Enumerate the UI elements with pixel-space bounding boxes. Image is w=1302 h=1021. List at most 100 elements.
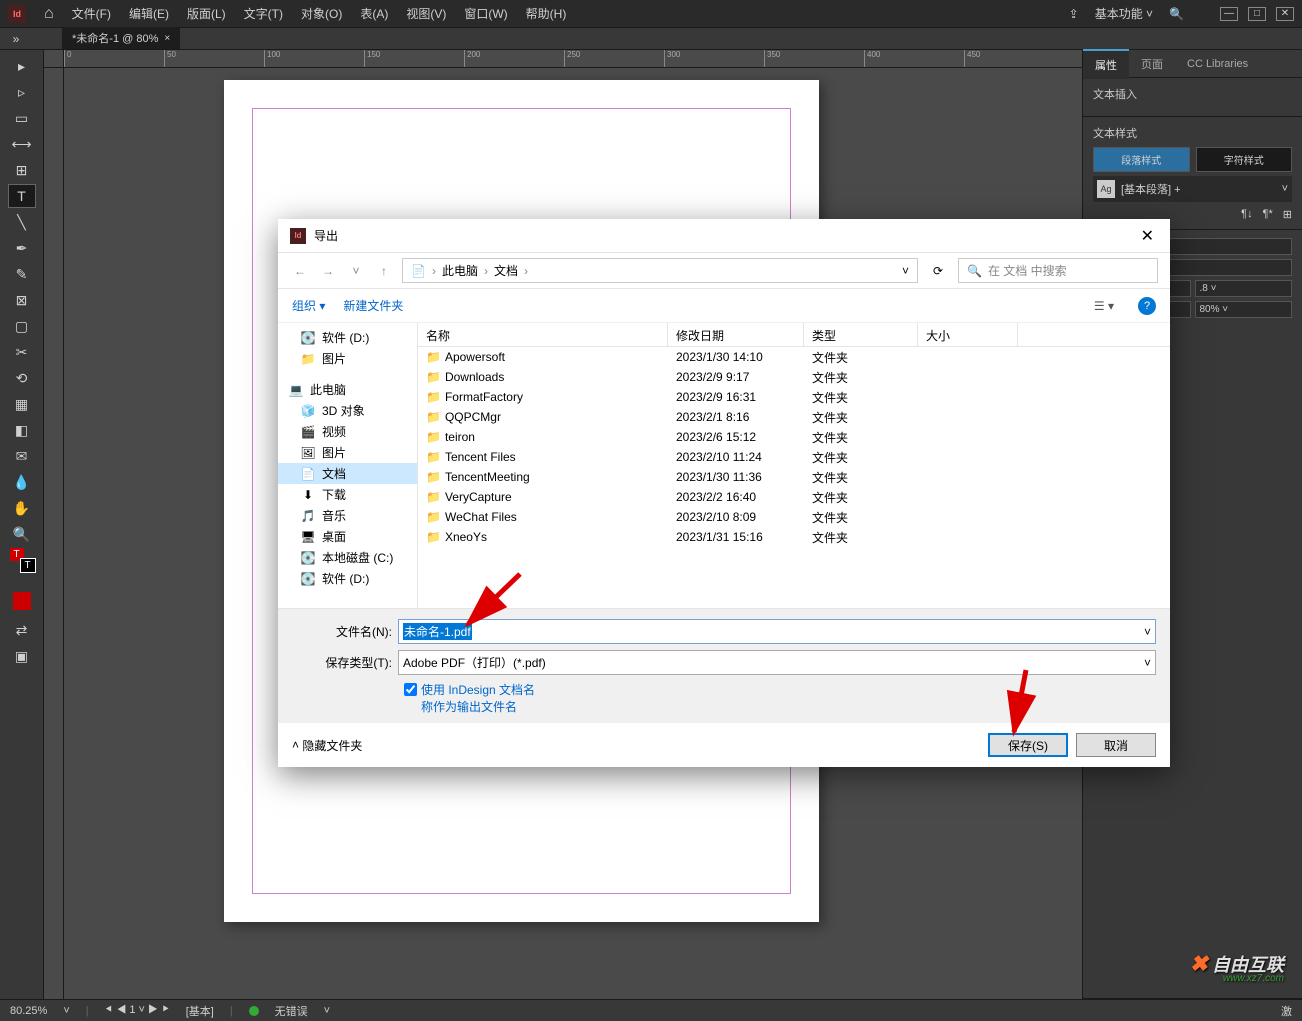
file-row[interactable]: 📁XneoYs2023/1/31 15:16文件夹 xyxy=(418,527,1170,547)
search-input[interactable]: 🔍 在 文档 中搜索 xyxy=(958,258,1158,283)
window-maximize[interactable]: □ xyxy=(1248,7,1266,21)
line-tool[interactable]: ╲ xyxy=(8,210,36,234)
filename-input[interactable]: 未命名-1.pdf ˅ xyxy=(398,619,1156,644)
tree-item[interactable]: 🎵音乐 xyxy=(278,505,417,526)
col-date[interactable]: 修改日期 xyxy=(668,323,804,346)
panel-tab-pages[interactable]: 页面 xyxy=(1129,50,1175,78)
eyedropper-tool[interactable]: 💧 xyxy=(8,470,36,494)
selection-tool[interactable]: ▸ xyxy=(8,54,36,78)
dialog-close-icon[interactable]: ✕ xyxy=(1137,222,1158,250)
tree-item[interactable]: 🎬视频 xyxy=(278,421,417,442)
preflight-status[interactable]: 无错误 xyxy=(275,1003,308,1019)
cancel-button[interactable]: 取消 xyxy=(1076,733,1156,757)
note-tool[interactable]: ✉ xyxy=(8,444,36,468)
zoom-tool[interactable]: 🔍 xyxy=(8,522,36,546)
file-row[interactable]: 📁WeChat Files2023/2/10 8:09文件夹 xyxy=(418,507,1170,527)
opacity-field[interactable]: 80% ˅ xyxy=(1195,301,1293,318)
window-minimize[interactable]: — xyxy=(1220,7,1238,21)
clear-override-icon[interactable]: ¶↓ xyxy=(1241,208,1252,221)
col-name[interactable]: 名称 xyxy=(418,323,668,346)
control-strip-toggle[interactable]: » xyxy=(6,29,26,49)
file-row[interactable]: 📁FormatFactory2023/2/9 16:31文件夹 xyxy=(418,387,1170,407)
pen-tool[interactable]: ✒ xyxy=(8,236,36,260)
window-close[interactable]: ✕ xyxy=(1276,7,1294,21)
file-row[interactable]: 📁Tencent Files2023/2/10 11:24文件夹 xyxy=(418,447,1170,467)
fill-stroke-swatch[interactable]: T T xyxy=(8,548,36,578)
file-list-header[interactable]: 名称 修改日期 类型 大小 xyxy=(418,323,1170,347)
color-swatch[interactable] xyxy=(8,586,36,616)
hide-folders-link[interactable]: 隐藏文件夹 xyxy=(302,737,362,754)
menu-help[interactable]: 帮助(H) xyxy=(526,5,567,22)
nav-recent-icon[interactable]: ˅ xyxy=(346,264,366,278)
document-tab-close-icon[interactable]: × xyxy=(164,33,170,44)
organize-button[interactable]: 组织 ▾ xyxy=(292,297,325,314)
tree-item[interactable]: 🖥桌面 xyxy=(278,526,417,547)
chevron-down-icon[interactable]: ˅ xyxy=(1144,625,1151,639)
savetype-combo[interactable]: Adobe PDF（打印）(*.pdf) ˅ xyxy=(398,650,1156,675)
file-row[interactable]: 📁TencentMeeting2023/1/30 11:36文件夹 xyxy=(418,467,1170,487)
tree-item[interactable]: 💽本地磁盘 (C:) xyxy=(278,547,417,568)
char-style-tab[interactable]: 字符样式 xyxy=(1196,147,1293,172)
nav-forward-icon[interactable]: → xyxy=(318,264,338,278)
use-docname-checkbox[interactable] xyxy=(404,683,417,696)
workspace-selector[interactable]: 基本功能 ˅ xyxy=(1095,5,1153,22)
gradient-swatch-tool[interactable]: ▦ xyxy=(8,392,36,416)
page-tool[interactable]: ▭ xyxy=(8,106,36,130)
tree-item[interactable]: 🖼图片 xyxy=(278,442,417,463)
tree-item[interactable]: 💽软件 (D:) xyxy=(278,568,417,589)
direct-selection-tool[interactable]: ▹ xyxy=(8,80,36,104)
gap-tool[interactable]: ⟷ xyxy=(8,132,36,156)
home-icon[interactable]: ⌂ xyxy=(44,5,54,23)
menu-table[interactable]: 表(A) xyxy=(360,5,388,22)
tree-item[interactable]: ⬇下载 xyxy=(278,484,417,505)
panel-tab-cc[interactable]: CC Libraries xyxy=(1175,52,1260,76)
col-type[interactable]: 类型 xyxy=(804,323,918,346)
content-collector-tool[interactable]: ⊞ xyxy=(8,158,36,182)
tree-item[interactable]: 📁图片 xyxy=(278,348,417,369)
help-icon[interactable]: ? xyxy=(1138,297,1156,315)
menu-window[interactable]: 窗口(W) xyxy=(464,5,507,22)
view-options-icon[interactable]: ☰ ▾ xyxy=(1088,297,1120,315)
file-row[interactable]: 📁VeryCapture2023/2/2 16:40文件夹 xyxy=(418,487,1170,507)
menu-object[interactable]: 对象(O) xyxy=(301,5,342,22)
add-icon[interactable]: ⊞ xyxy=(1283,208,1292,221)
leading-field[interactable]: .8 ˅ xyxy=(1195,280,1293,297)
free-transform-tool[interactable]: ⟲ xyxy=(8,366,36,390)
search-app-icon[interactable]: 🔍 xyxy=(1169,7,1184,21)
file-row[interactable]: 📁Apowersoft2023/1/30 14:10文件夹 xyxy=(418,347,1170,367)
menu-view[interactable]: 视图(V) xyxy=(406,5,446,22)
chevron-down-icon[interactable]: ˅ xyxy=(902,264,909,278)
para-style-tab[interactable]: 段落样式 xyxy=(1093,147,1190,172)
share-icon[interactable]: ⇪ xyxy=(1069,7,1079,21)
panel-tab-properties[interactable]: 属性 xyxy=(1083,49,1129,79)
new-folder-button[interactable]: 新建文件夹 xyxy=(343,297,403,314)
new-style-icon[interactable]: ¶* xyxy=(1263,208,1273,221)
zoom-level[interactable]: 80.25% xyxy=(10,1005,47,1017)
apply-swap-tool[interactable]: ⇄ xyxy=(8,618,36,642)
rectangle-frame-tool[interactable]: ⊠ xyxy=(8,288,36,312)
nav-up-icon[interactable]: ↑ xyxy=(374,264,394,278)
tree-item-root[interactable]: 💻此电脑 xyxy=(278,379,417,400)
hand-tool[interactable]: ✋ xyxy=(8,496,36,520)
scissors-tool[interactable]: ✂ xyxy=(8,340,36,364)
file-row[interactable]: 📁QQPCMgr2023/2/1 8:16文件夹 xyxy=(418,407,1170,427)
menu-layout[interactable]: 版面(L) xyxy=(187,5,226,22)
screen-mode-tool[interactable]: ▣ xyxy=(8,644,36,668)
type-tool[interactable]: T xyxy=(8,184,36,208)
address-bar[interactable]: 📄 › 此电脑 › 文档 › ˅ xyxy=(402,258,918,283)
rectangle-tool[interactable]: ▢ xyxy=(8,314,36,338)
nav-back-icon[interactable]: ← xyxy=(290,264,310,278)
tree-item[interactable]: 💽软件 (D:) xyxy=(278,327,417,348)
pencil-tool[interactable]: ✎ xyxy=(8,262,36,286)
page-nav[interactable]: ⯇ ◀ 1 ˅ ▶ ⯈ xyxy=(105,1004,170,1017)
refresh-icon[interactable]: ⟳ xyxy=(926,264,950,278)
document-tab[interactable]: *未命名-1 @ 80% × xyxy=(62,27,180,49)
gradient-feather-tool[interactable]: ◧ xyxy=(8,418,36,442)
horizontal-ruler[interactable]: 050100150200250300350400450 xyxy=(64,50,1082,68)
col-size[interactable]: 大小 xyxy=(918,323,1018,346)
style-basic-paragraph[interactable]: Ag [基本段落] + ˅ xyxy=(1093,176,1292,202)
tree-item-active[interactable]: 📄文档 xyxy=(278,463,417,484)
menu-edit[interactable]: 编辑(E) xyxy=(129,5,169,22)
collapse-icon[interactable]: ˄ xyxy=(292,738,299,752)
vertical-ruler[interactable] xyxy=(44,68,64,999)
